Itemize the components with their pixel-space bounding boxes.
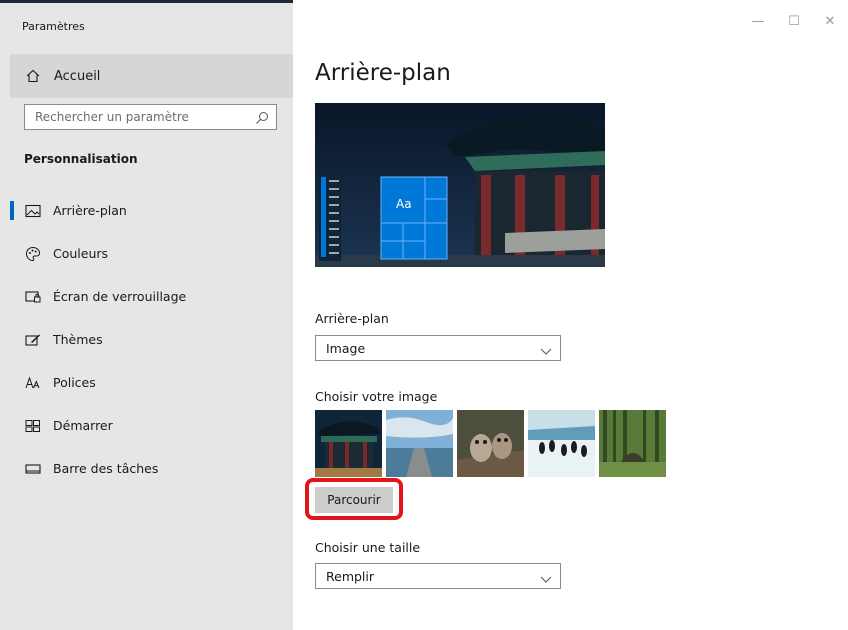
- image-thumbnail-forest[interactable]: [599, 410, 666, 477]
- image-thumbnail-owls[interactable]: [457, 410, 524, 477]
- main-panel: — ☐ ✕ Arrière-plan Aa Arrière-plan Image…: [293, 0, 848, 630]
- sidebar-item-label: Polices: [53, 375, 96, 390]
- home-icon: [24, 67, 42, 85]
- image-thumbnail-pagoda[interactable]: [315, 410, 382, 477]
- home-nav-item[interactable]: Accueil: [10, 54, 293, 98]
- sidebar-item-label: Démarrer: [53, 418, 113, 433]
- start-icon: [24, 417, 42, 435]
- sidebar-item-themes[interactable]: Thèmes: [0, 318, 293, 361]
- minimize-button[interactable]: —: [740, 14, 776, 29]
- sidebar-item-label: Thèmes: [53, 332, 103, 347]
- sidebar-item-label: Arrière-plan: [53, 203, 127, 218]
- sidebar-item-taskbar[interactable]: Barre des tâches: [0, 447, 293, 490]
- sidebar-item-lock-screen[interactable]: Écran de verrouillage: [0, 275, 293, 318]
- sidebar-item-label: Barre des tâches: [53, 461, 159, 476]
- chevron-down-icon: [540, 342, 552, 355]
- browse-button[interactable]: Parcourir: [315, 487, 393, 513]
- sidebar-item-background[interactable]: Arrière-plan: [0, 189, 293, 232]
- choose-image-label: Choisir votre image: [315, 389, 438, 404]
- background-preview: Aa: [315, 103, 605, 267]
- themes-icon: [24, 331, 42, 349]
- search-input[interactable]: [25, 109, 257, 125]
- sidebar-nav: Arrière-plan Couleurs Écran de verrouill…: [0, 189, 293, 490]
- app-title: Paramètres: [22, 20, 85, 33]
- background-type-label: Arrière-plan: [315, 311, 389, 326]
- sidebar-item-colors[interactable]: Couleurs: [0, 232, 293, 275]
- preview-tile-text: Aa: [396, 197, 412, 211]
- home-label: Accueil: [54, 68, 101, 84]
- taskbar-icon: [24, 460, 42, 478]
- dropdown-value: Remplir: [326, 568, 375, 584]
- search-icon[interactable]: [255, 110, 269, 124]
- image-thumbnails: [315, 410, 670, 477]
- fit-size-dropdown[interactable]: Remplir: [315, 563, 561, 589]
- sidebar-item-label: Écran de verrouillage: [53, 289, 187, 304]
- image-thumbnail-pier[interactable]: [386, 410, 453, 477]
- choose-size-label: Choisir une taille: [315, 540, 421, 555]
- search-box[interactable]: [24, 104, 277, 130]
- sidebar: Paramètres Accueil Personnalisation Arri…: [0, 0, 293, 630]
- sidebar-item-start[interactable]: Démarrer: [0, 404, 293, 447]
- chevron-down-icon: [540, 570, 552, 583]
- background-type-dropdown[interactable]: Image: [315, 335, 561, 361]
- image-thumbnail-penguins[interactable]: [528, 410, 595, 477]
- window-controls: — ☐ ✕: [740, 14, 848, 29]
- sidebar-item-label: Couleurs: [53, 246, 109, 261]
- selection-indicator: [10, 201, 14, 220]
- sidebar-item-fonts[interactable]: Polices: [0, 361, 293, 404]
- close-button[interactable]: ✕: [812, 14, 848, 29]
- page-title: Arrière-plan: [315, 60, 451, 86]
- title-bar-accent: [0, 0, 293, 3]
- section-title: Personnalisation: [24, 152, 138, 166]
- maximize-button[interactable]: ☐: [776, 14, 812, 29]
- lock-screen-icon: [24, 288, 42, 306]
- palette-icon: [24, 245, 42, 263]
- dropdown-value: Image: [326, 340, 366, 356]
- fonts-icon: [24, 374, 42, 392]
- picture-icon: [24, 202, 42, 220]
